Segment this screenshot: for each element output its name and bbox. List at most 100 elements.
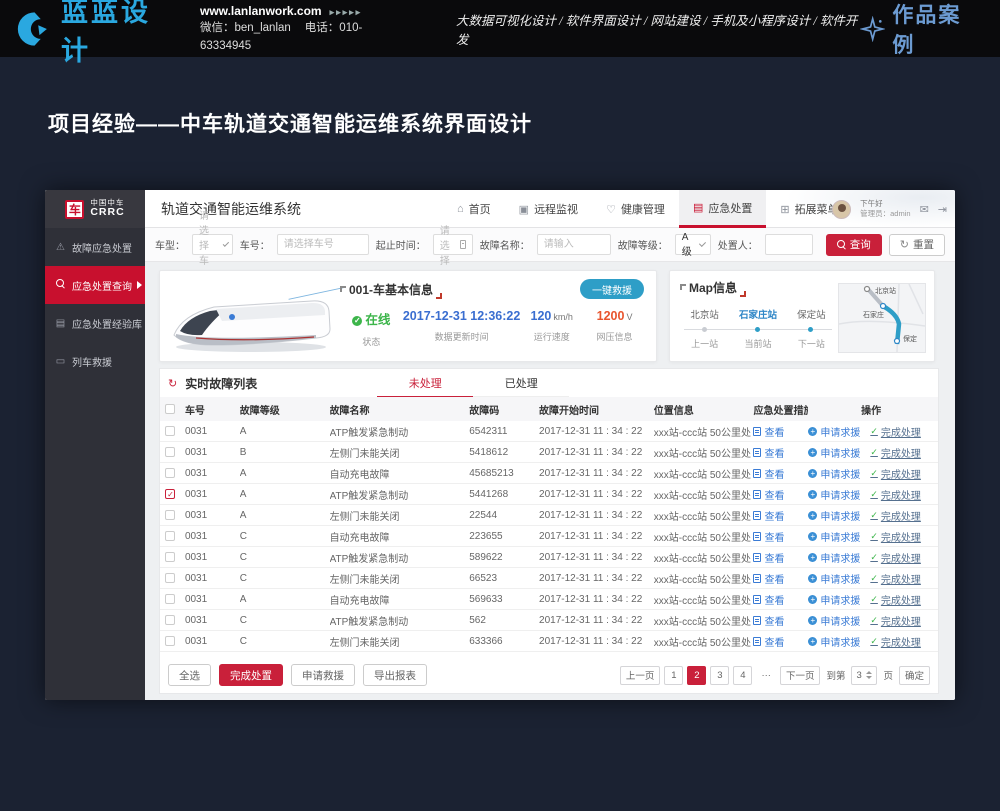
train-type-select[interactable]: 请选择车型 <box>192 234 233 255</box>
logout-icon[interactable]: ⇥ <box>938 203 947 216</box>
view-link[interactable]: 查看 <box>753 613 804 628</box>
cell-start-time: 2017-12-31 11 : 34 : 22 <box>539 468 654 479</box>
row-checkbox[interactable] <box>165 447 175 457</box>
request-rescue-link[interactable]: +申请求援 <box>808 592 860 607</box>
one-key-rescue-button[interactable]: 一键救援 <box>580 279 644 299</box>
complete-handling-link[interactable]: ✓完成处理 <box>870 592 921 607</box>
row-checkbox[interactable] <box>165 594 175 604</box>
request-rescue-link[interactable]: +申请求援 <box>808 550 860 565</box>
sidebar-item-experience-library[interactable]: ▤ 应急处置经验库 <box>45 304 145 342</box>
fault-level-value: A级 <box>682 232 694 258</box>
time-range-label: 起止时间： <box>376 237 426 252</box>
select-all-checkbox[interactable] <box>165 404 175 414</box>
complete-handling-button[interactable]: 完成处置 <box>219 664 283 686</box>
page-jump-stepper[interactable]: 3 <box>851 666 877 685</box>
reset-button-label: 重置 <box>913 237 934 252</box>
view-link[interactable]: 查看 <box>753 445 804 460</box>
row-checkbox[interactable] <box>165 531 175 541</box>
request-rescue-link[interactable]: +申请求援 <box>808 466 860 481</box>
chevron-down-icon <box>699 239 706 246</box>
col-fault-name: 故障名称 <box>330 402 470 417</box>
time-range-picker[interactable]: 请选择 <box>433 234 473 255</box>
complete-handling-link[interactable]: ✓完成处理 <box>870 487 921 502</box>
row-checkbox[interactable] <box>165 426 175 436</box>
prev-page-button[interactable]: 上一页 <box>620 666 661 685</box>
confirm-button[interactable]: 确定 <box>899 666 930 685</box>
fault-name-input[interactable] <box>537 234 611 255</box>
complete-handling-link[interactable]: ✓完成处理 <box>870 613 921 628</box>
search-button[interactable]: 查询 <box>826 234 882 256</box>
row-checkbox[interactable] <box>165 510 175 520</box>
view-link[interactable]: 查看 <box>753 466 804 481</box>
page-4-button[interactable]: 4 <box>733 666 752 685</box>
sidebar-item-emergency-query[interactable]: 应急处置查询 <box>45 266 145 304</box>
plus-circle-icon: + <box>808 616 817 625</box>
handler-input[interactable] <box>765 234 813 255</box>
row-checkbox[interactable] <box>165 615 175 625</box>
nav-item-emergency[interactable]: ▤ 应急处置 <box>679 190 766 228</box>
row-checkbox[interactable]: ✓ <box>165 489 175 499</box>
export-report-button[interactable]: 导出报表 <box>363 664 427 686</box>
request-rescue-link[interactable]: +申请求援 <box>808 487 860 502</box>
cell-start-time: 2017-12-31 11 : 34 : 22 <box>539 594 654 605</box>
complete-handling-link[interactable]: ✓完成处理 <box>870 424 921 439</box>
mail-icon[interactable]: ✉ <box>920 203 929 216</box>
row-checkbox[interactable] <box>165 468 175 478</box>
complete-handling-link[interactable]: ✓完成处理 <box>870 445 921 460</box>
refresh-icon[interactable]: ↻ <box>168 377 177 390</box>
nav-item-health[interactable]: ♡ 健康管理 <box>592 190 679 228</box>
complete-handling-link[interactable]: ✓完成处理 <box>870 466 921 481</box>
user-role: 管理员：admin <box>860 209 910 219</box>
request-rescue-link[interactable]: +申请求援 <box>808 613 860 628</box>
page-3-button[interactable]: 3 <box>710 666 729 685</box>
view-link[interactable]: 查看 <box>753 424 804 439</box>
view-link[interactable]: 查看 <box>753 550 804 565</box>
select-all-button[interactable]: 全选 <box>168 664 211 686</box>
complete-handling-link[interactable]: ✓完成处理 <box>870 550 921 565</box>
view-link[interactable]: 查看 <box>753 529 804 544</box>
view-link[interactable]: 查看 <box>753 634 804 649</box>
request-rescue-link[interactable]: +申请求援 <box>808 424 860 439</box>
cell-fault-level: C <box>240 573 330 584</box>
cell-fault-level: A <box>240 426 330 437</box>
sidebar-item-fault-emergency[interactable]: ⚠ 故障应急处置 <box>45 228 145 266</box>
tab-handled[interactable]: 已处理 <box>473 369 569 398</box>
request-rescue-link[interactable]: +申请求援 <box>808 634 860 649</box>
reset-button[interactable]: ↻ 重置 <box>889 234 945 256</box>
request-rescue-link[interactable]: +申请求援 <box>808 508 860 523</box>
request-rescue-link[interactable]: +申请求援 <box>808 529 860 544</box>
request-rescue-link[interactable]: +申请求援 <box>808 445 860 460</box>
row-checkbox[interactable] <box>165 636 175 646</box>
next-page-button[interactable]: 下一页 <box>780 666 821 685</box>
document-icon <box>753 511 761 520</box>
request-rescue-button[interactable]: 申请救援 <box>291 664 355 686</box>
row-checkbox[interactable] <box>165 552 175 562</box>
page-2-button[interactable]: 2 <box>687 666 706 685</box>
request-rescue-link[interactable]: +申请求援 <box>808 571 860 586</box>
fault-level-select[interactable]: A级 <box>675 234 711 255</box>
complete-handling-link[interactable]: ✓完成处理 <box>870 634 921 649</box>
handler-label: 处置人： <box>718 237 758 252</box>
sidebar-item-train-rescue[interactable]: ▭ 列车救援 <box>45 342 145 380</box>
check-icon: ✓ <box>870 447 878 458</box>
mini-map[interactable]: 北京站 石家庄 保定 <box>838 283 926 353</box>
view-link[interactable]: 查看 <box>753 508 804 523</box>
portfolio-link[interactable]: 作品案例 <box>860 0 982 59</box>
complete-handling-link[interactable]: ✓完成处理 <box>870 571 921 586</box>
row-checkbox[interactable] <box>165 573 175 583</box>
view-link[interactable]: 查看 <box>753 487 804 502</box>
stepper-arrows-icon[interactable] <box>866 671 872 679</box>
complete-handling-link[interactable]: ✓完成处理 <box>870 529 921 544</box>
cell-start-time: 2017-12-31 11 : 34 : 22 <box>539 447 654 458</box>
cell-fault-level: A <box>240 489 330 500</box>
tab-unhandled[interactable]: 未处理 <box>377 369 473 398</box>
avatar[interactable] <box>832 200 851 219</box>
view-link[interactable]: 查看 <box>753 571 804 586</box>
complete-handling-link[interactable]: ✓完成处理 <box>870 508 921 523</box>
view-link[interactable]: 查看 <box>753 592 804 607</box>
nav-item-remote-monitor[interactable]: ▣ 远程监视 <box>505 190 592 228</box>
col-car-no: 车号 <box>185 402 240 417</box>
stat-status: ✓在线 状态 <box>340 309 403 348</box>
train-no-input[interactable] <box>277 234 369 255</box>
page-1-button[interactable]: 1 <box>664 666 683 685</box>
